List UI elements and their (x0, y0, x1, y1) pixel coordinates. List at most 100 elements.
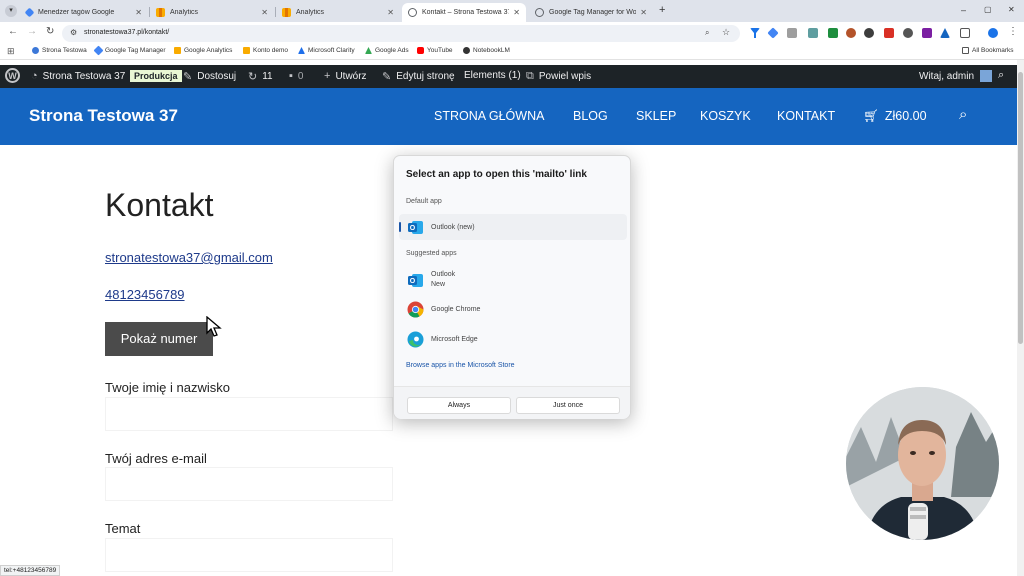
bookmark-item[interactable]: Strona Testowa (32, 47, 87, 54)
plus-icon: + (324, 70, 331, 82)
email-link[interactable]: stronatestowa37@gmail.com (105, 250, 273, 265)
forward-icon[interactable]: → (27, 26, 37, 37)
globe-icon (32, 47, 39, 54)
microsoft-store-link[interactable]: Browse apps in the Microsoft Store (406, 362, 515, 369)
header-cart[interactable]: 🛒︎ Zł60.00 (863, 109, 927, 124)
address-bar[interactable]: ⚙ stronatestowa37.pl/kontakt/ ⌕ ☆ (62, 25, 740, 42)
tab-analytics-2[interactable]: Analytics ✕ (276, 3, 400, 22)
filter-extension-icon[interactable] (750, 28, 760, 38)
adminbar-account[interactable]: Witaj, admin (919, 70, 993, 82)
site-title[interactable]: Strona Testowa 37 (29, 106, 178, 126)
new-tab-button[interactable]: + (659, 4, 665, 16)
wordpress-logo-icon[interactable]: W (5, 68, 20, 83)
duplicate-icon: ⧉ (526, 70, 534, 82)
profile-avatar[interactable] (988, 28, 998, 38)
bookmark-item[interactable]: Google Tag Manager (93, 45, 166, 56)
analytics-icon (174, 47, 181, 54)
bookmark-item[interactable]: Google Ads (365, 47, 409, 54)
extension-icon[interactable] (846, 28, 856, 38)
selection-indicator (399, 222, 401, 232)
bookmark-item[interactable]: Google Analytics (174, 47, 232, 54)
close-icon[interactable]: ✕ (387, 8, 394, 17)
analytics-favicon-icon (282, 8, 291, 17)
wp-admin-bar: W ◔ Strona Testowa 37 Produkcja ✎ Dostosuj… (0, 65, 1017, 88)
scrollbar-thumb[interactable] (1018, 72, 1023, 344)
minimize-button[interactable]: – (961, 5, 966, 15)
puzzle-extensions-icon[interactable] (960, 28, 970, 38)
adminbar-duplicate[interactable]: ⧉ Powiel wpis (526, 70, 591, 83)
subject-field[interactable] (105, 538, 393, 572)
tab-gtm[interactable]: Menedżer tagów Google ✕ (20, 3, 148, 22)
tab-kontakt[interactable]: Kontakt – Strona Testowa 37 ✕ (402, 3, 526, 22)
tab-title: Analytics (296, 9, 325, 16)
gtm-icon (93, 45, 104, 56)
adminbar-updates[interactable]: ↻ 11 (248, 70, 273, 83)
menu-item-shop[interactable]: SKLEP (636, 109, 676, 123)
suggested-app-outlook[interactable]: O Outlook New (399, 266, 627, 294)
extension-icon[interactable] (940, 28, 950, 38)
header-search-icon[interactable]: ⌕ (959, 106, 967, 123)
menu-item-home[interactable]: STRONA GŁÓWNA (434, 109, 544, 123)
page-title: Kontakt (105, 187, 214, 223)
browser-toolbar: ← → ↻ ⚙ stronatestowa37.pl/kontakt/ ⌕ ☆ … (0, 22, 1024, 44)
notebooklm-icon (463, 47, 470, 54)
analytics-favicon-icon (156, 8, 165, 17)
extension-icon[interactable] (864, 28, 874, 38)
close-window-button[interactable]: ✕ (1008, 5, 1015, 14)
url-text[interactable]: stronatestowa37.pl/kontakt/ (84, 29, 169, 36)
subject-field-label: Temat (105, 521, 141, 536)
google-ads-icon (365, 47, 372, 54)
menu-item-contact[interactable]: KONTAKT (777, 109, 835, 123)
gtm-favicon-icon (24, 7, 35, 18)
close-icon[interactable]: ✕ (513, 8, 520, 17)
tag-extension-icon[interactable] (767, 27, 779, 39)
zoom-icon[interactable]: ⌕ (705, 28, 709, 38)
show-number-button[interactable]: Pokaż numer (105, 322, 213, 356)
extension-icon[interactable] (808, 28, 818, 38)
open-with-dialog: Select an app to open this 'mailto' link… (393, 155, 631, 419)
menu-item-cart[interactable]: KOSZYK (700, 109, 751, 123)
site-info-icon[interactable]: ⚙ (70, 28, 77, 37)
adminbar-new[interactable]: + Utwórz (324, 70, 367, 82)
apps-grid-icon[interactable]: ⊞ (7, 46, 15, 57)
always-button[interactable]: Always (407, 397, 511, 414)
close-icon[interactable]: ✕ (261, 8, 268, 17)
all-bookmarks-button[interactable]: All Bookmarks (962, 47, 1014, 54)
tab-gtm-wordpress[interactable]: Google Tag Manager for Word ✕ (529, 3, 653, 22)
back-icon[interactable]: ← (8, 26, 18, 37)
tab-analytics-1[interactable]: Analytics ✕ (150, 3, 274, 22)
extension-icon[interactable] (787, 28, 797, 38)
extension-icon[interactable] (922, 28, 932, 38)
reload-icon[interactable]: ↻ (46, 26, 54, 37)
close-icon[interactable]: ✕ (640, 8, 647, 17)
extension-icon[interactable] (828, 28, 838, 38)
extension-icon[interactable] (903, 28, 913, 38)
adminbar-site-name[interactable]: ◔ Strona Testowa 37 (31, 70, 125, 82)
maximize-button[interactable]: ▢ (984, 5, 992, 14)
adminbar-search-icon[interactable]: ⌕ (998, 69, 1004, 82)
adminbar-customize[interactable]: ✎ Dostosuj (183, 70, 236, 83)
extension-icon[interactable] (884, 28, 894, 38)
just-once-button[interactable]: Just once (516, 397, 620, 414)
clarity-icon (298, 47, 305, 54)
adminbar-comments[interactable]: ▪ 0 (289, 70, 303, 82)
adminbar-elements[interactable]: Elements (1) (464, 70, 521, 81)
bookmark-item[interactable]: NotebookLM (463, 47, 510, 54)
cart-icon: 🛒︎ (863, 109, 879, 123)
adminbar-edit-page[interactable]: ✎ Edytuj stronę (382, 70, 455, 83)
menu-item-blog[interactable]: BLOG (573, 109, 608, 123)
email-field[interactable] (105, 467, 393, 501)
bookmark-item[interactable]: YouTube (417, 47, 453, 54)
bookmark-star-icon[interactable]: ☆ (722, 27, 730, 38)
bookmark-item[interactable]: Konto demo (243, 47, 288, 54)
phone-link[interactable]: 48123456789 (105, 287, 185, 302)
bookmark-item[interactable]: Microsoft Clarity (298, 47, 355, 54)
name-field[interactable] (105, 397, 393, 431)
tab-search-button[interactable]: ▾ (5, 5, 17, 17)
suggested-app-edge[interactable]: Microsoft Edge (399, 326, 627, 352)
default-app-outlook[interactable]: O Outlook (new) (399, 214, 627, 240)
close-icon[interactable]: ✕ (135, 8, 142, 17)
comment-icon: ▪ (289, 70, 293, 82)
menu-dots-icon[interactable]: ⋮ (1008, 26, 1018, 37)
suggested-app-chrome[interactable]: Google Chrome (399, 296, 627, 322)
